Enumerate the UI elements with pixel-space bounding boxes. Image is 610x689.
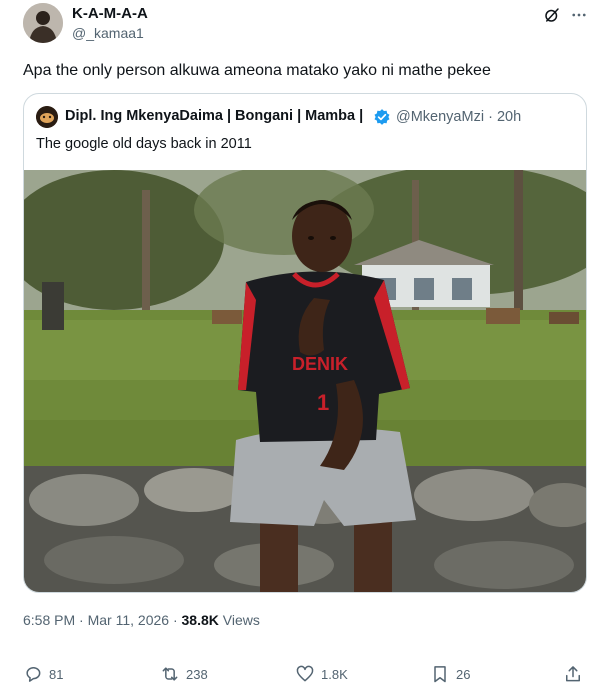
quoted-photo[interactable]: DENIK 1 [24,170,587,593]
tweet-time[interactable]: 6:58 PM [23,612,75,628]
quoted-author-avatar[interactable] [36,106,58,128]
verified-icon [374,109,390,125]
repost-icon [162,667,178,681]
quoted-tweet[interactable]: Dipl. Ing MkenyaDaima | Bongani | Mamba … [23,93,587,593]
quoted-age: 20h [496,109,522,125]
like-button[interactable]: 1.8K [295,662,348,686]
grok-icon[interactable] [543,6,561,24]
jersey-number: 1 [317,390,329,415]
bookmark-count: 26 [456,666,471,682]
meta-separator: · [169,612,182,628]
more-icon[interactable] [570,6,588,24]
bookmark-icon [434,666,446,683]
author-handle[interactable]: @_kamaa1 [72,25,144,41]
action-bar: 81 238 1.8K 26 [23,662,587,686]
share-button[interactable] [563,662,589,686]
bookmark-button[interactable]: 26 [430,662,470,686]
views-label: Views [218,612,260,628]
views-count: 38.8K [181,612,219,628]
tweet-text: Apa the only person alkuwa ameona matako… [23,62,491,79]
quoted-tweet-text: The google old days back in 2011 [36,136,252,152]
reply-count: 81 [49,666,64,682]
reply-icon [26,667,41,682]
jersey-text: DENIK [292,354,348,374]
author-display-name[interactable]: K-A-M-A-A [72,5,148,22]
reply-button[interactable]: 81 [23,662,63,686]
like-count: 1.8K [321,666,348,682]
tweet-meta: 6:58 PM · Mar 11, 2026 · 38.8K Views [23,612,260,628]
repost-count: 238 [186,666,208,682]
like-icon [296,665,314,682]
quoted-author-display-name[interactable]: Dipl. Ing MkenyaDaima | Bongani | Mamba … [65,108,363,124]
author-avatar[interactable] [23,3,63,43]
meta-separator: · [75,612,88,628]
repost-button[interactable]: 238 [160,662,208,686]
quoted-author-handle[interactable]: @MkenyaMzi · 20h [396,109,521,125]
tweet-date[interactable]: Mar 11, 2026 [88,612,169,628]
quoted-handle-text: @MkenyaMzi [396,109,485,125]
share-icon [566,666,580,682]
